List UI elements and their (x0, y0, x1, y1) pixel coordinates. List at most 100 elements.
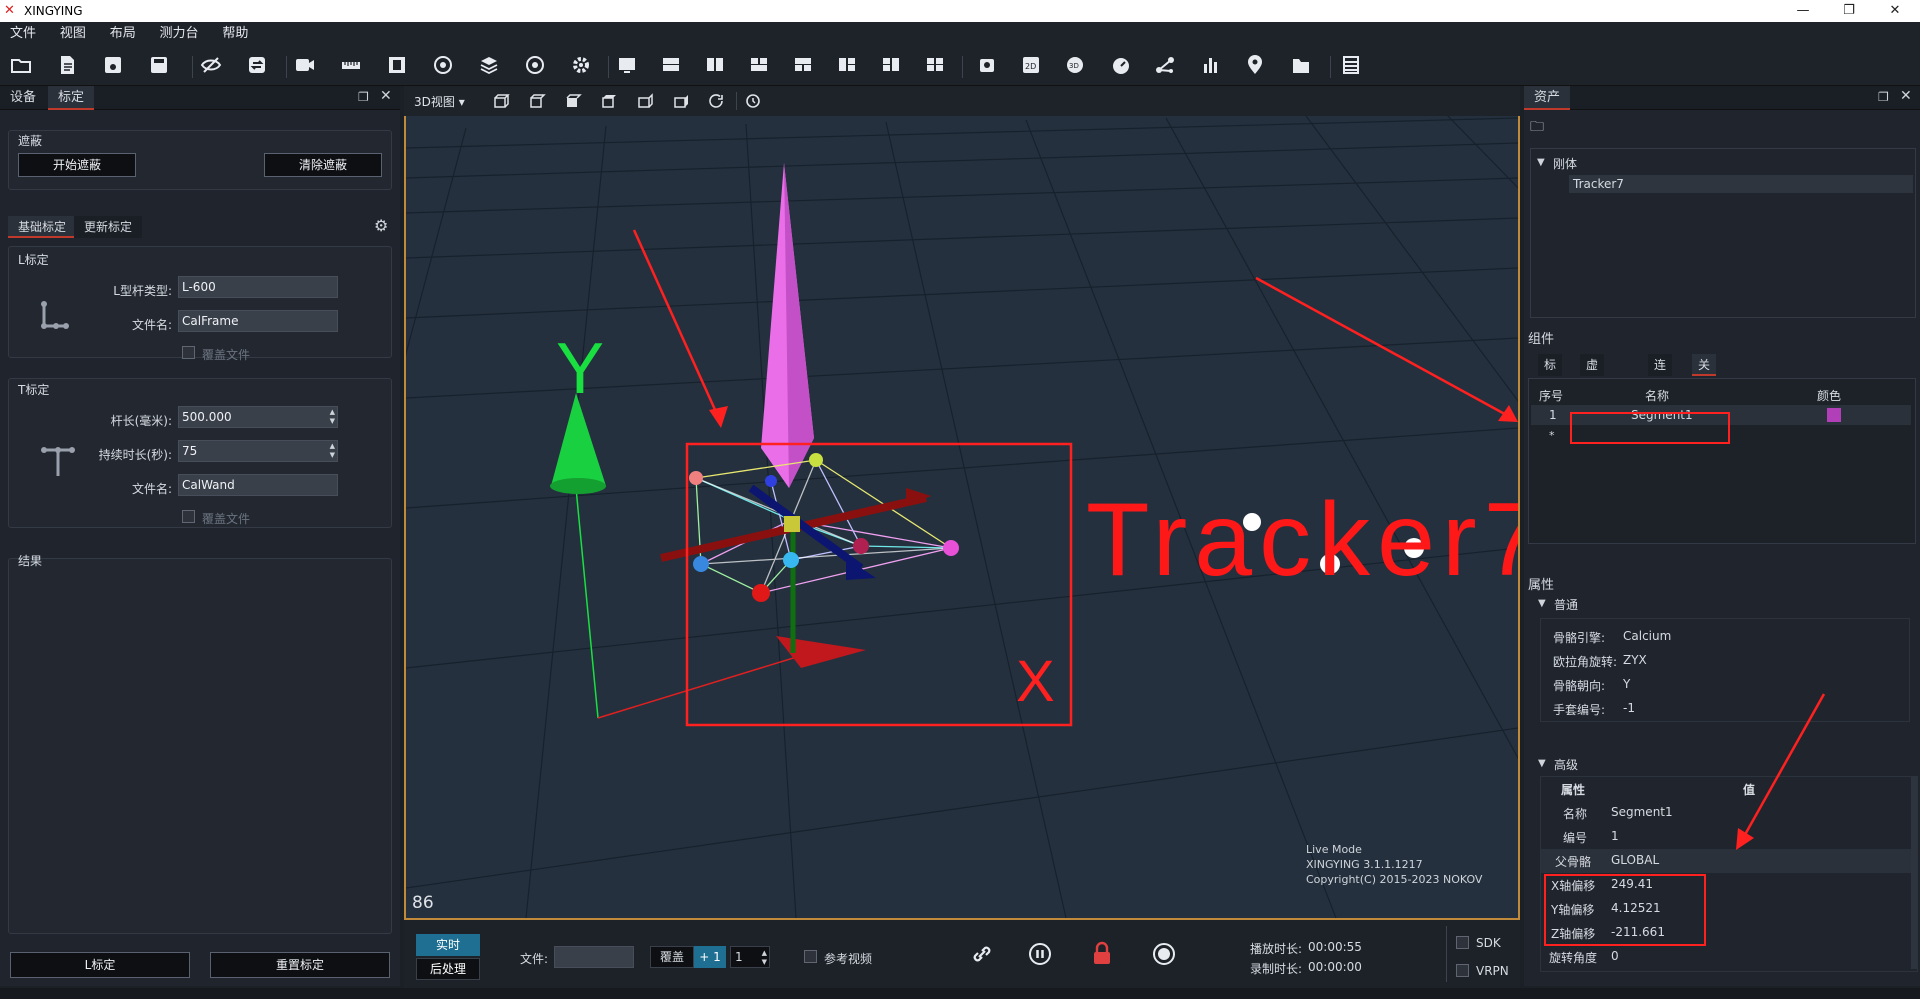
minimize-button[interactable]: — (1780, 0, 1826, 22)
lock-icon[interactable] (1090, 940, 1114, 969)
step-input[interactable]: 1 ▲ ▼ (730, 946, 770, 968)
table-row[interactable]: 旋转角度 0 (1541, 945, 1911, 969)
adv-value[interactable]: 0 (1611, 949, 1619, 963)
link-icon[interactable] (970, 942, 994, 969)
view-back-icon[interactable] (528, 93, 546, 109)
folder-icon[interactable] (1290, 54, 1316, 78)
view-left-icon[interactable] (564, 93, 582, 109)
layout-single-icon[interactable] (616, 54, 642, 78)
save-as-icon[interactable] (148, 54, 174, 78)
tab-update-calibration[interactable]: 更新标定 (74, 216, 143, 238)
stepper-arrows-icon[interactable]: ▲ ▼ (762, 949, 767, 967)
table-row[interactable]: 父骨骼 GLOBAL (1541, 849, 1911, 873)
save-icon[interactable] (102, 54, 128, 78)
reset-view-icon[interactable] (744, 93, 762, 109)
layout-vertical-icon[interactable] (704, 54, 730, 78)
gauge-icon[interactable] (1110, 54, 1136, 78)
menu-help[interactable]: 帮助 (212, 22, 258, 46)
rotate-icon[interactable] (432, 54, 458, 78)
layout-quad-icon[interactable] (924, 54, 950, 78)
float-panel-icon[interactable]: ❐ (358, 90, 369, 104)
row-color-swatch[interactable] (1827, 408, 1841, 422)
close-window-button[interactable]: ✕ (1872, 0, 1918, 22)
t-duration-input[interactable]: 75 ▲ ▼ (178, 440, 338, 462)
refresh-icon[interactable] (708, 93, 726, 109)
maximize-button[interactable]: ❐ (1826, 0, 1872, 22)
layout-split-icon[interactable] (792, 54, 818, 78)
sync-icon[interactable] (246, 54, 272, 78)
menu-layout[interactable]: 布局 (100, 22, 146, 46)
bar-chart-icon[interactable] (1200, 54, 1226, 78)
postprocess-button[interactable]: 后处理 (416, 958, 480, 980)
camera-icon[interactable] (294, 54, 320, 78)
advanced-title[interactable]: 高级 (1554, 756, 1578, 773)
view-2d-icon[interactable]: 2D (1020, 54, 1046, 78)
prop-value[interactable]: Y (1623, 677, 1630, 691)
t-file-input[interactable]: CalWand (178, 474, 338, 496)
table-row[interactable]: 名称 Segment1 (1541, 801, 1911, 825)
adv-value[interactable]: Segment1 (1611, 805, 1673, 819)
tree-group-rigid[interactable]: 刚体 (1553, 155, 1577, 172)
collapse-icon[interactable]: ▼ (1538, 598, 1546, 609)
layout-grid-icon[interactable] (748, 54, 774, 78)
close-panel-icon[interactable]: ✕ (380, 88, 392, 104)
layout-left-icon[interactable] (836, 54, 862, 78)
skeleton-icon[interactable] (1154, 54, 1180, 78)
vrpn-checkbox[interactable] (1456, 964, 1469, 977)
realtime-button[interactable]: 实时 (416, 934, 480, 956)
collapse-icon[interactable]: ▼ (1538, 758, 1546, 769)
general-title[interactable]: 普通 (1554, 596, 1578, 613)
open-folder-icon[interactable] (10, 54, 36, 78)
view-3d-icon[interactable]: 3D (1064, 54, 1090, 78)
float-panel-icon[interactable]: ❐ (1878, 90, 1889, 104)
pause-icon[interactable] (1028, 942, 1052, 969)
location-pin-icon[interactable] (1244, 54, 1270, 78)
broadcast-icon[interactable] (524, 54, 550, 78)
view-right-icon[interactable] (600, 93, 618, 109)
stepper-arrows-icon[interactable]: ▲ ▼ (330, 442, 335, 460)
layout-horizontal-icon[interactable] (660, 54, 686, 78)
l-overwrite-checkbox[interactable] (182, 346, 195, 359)
settings-icon[interactable] (570, 54, 596, 78)
tab-joints[interactable]: 关节 (1692, 354, 1717, 394)
stepper-arrows-icon[interactable]: ▲ ▼ (330, 408, 335, 426)
prop-value[interactable]: Calcium (1623, 629, 1671, 643)
record-icon[interactable] (1152, 942, 1176, 969)
adv-value[interactable]: GLOBAL (1611, 853, 1659, 867)
adv-value[interactable]: 1 (1611, 829, 1619, 843)
t-length-input[interactable]: 500.000 ▲ ▼ (178, 406, 338, 428)
view-front-icon[interactable] (492, 93, 510, 109)
table-row[interactable]: 编号 1 (1541, 825, 1911, 849)
menu-view[interactable]: 视图 (50, 22, 96, 46)
tab-markers[interactable]: 标记 (1538, 354, 1563, 394)
view-top-icon[interactable] (636, 93, 654, 109)
tab-links[interactable]: 连线 (1648, 354, 1673, 394)
tab-virtual-markers[interactable]: 虚拟标记 (1580, 354, 1605, 438)
tab-basic-calibration[interactable]: 基础标定 (8, 216, 77, 238)
increment-button[interactable]: + 1 (694, 946, 726, 968)
ref-video-checkbox[interactable] (804, 950, 817, 963)
sdk-checkbox[interactable] (1456, 936, 1469, 949)
l-file-input[interactable]: CalFrame (178, 310, 338, 332)
prop-value[interactable]: ZYX (1623, 653, 1647, 667)
new-row-marker[interactable]: * (1549, 429, 1555, 442)
view-bottom-icon[interactable] (672, 93, 690, 109)
layers-icon[interactable] (478, 54, 504, 78)
capture-icon[interactable] (976, 54, 1002, 78)
overwrite-button[interactable]: 覆盖 (650, 946, 694, 968)
tab-calibration[interactable]: 标定 (48, 86, 95, 110)
l-calibrate-button[interactable]: L标定 (10, 952, 190, 978)
l-type-select[interactable]: L-600 (178, 276, 338, 298)
file-input[interactable] (554, 946, 634, 968)
clear-mask-button[interactable]: 清除遮蔽 (264, 153, 382, 177)
prop-value[interactable]: -1 (1623, 701, 1635, 715)
start-mask-button[interactable]: 开始遮蔽 (18, 153, 136, 177)
layout-right-icon[interactable] (880, 54, 906, 78)
reset-calibration-button[interactable]: 重置标定 (210, 952, 390, 978)
3d-viewport[interactable]: Y X Tracker7 86 Live Mode XINGYING 3.1.1… (404, 86, 1520, 920)
film-icon[interactable] (386, 54, 412, 78)
scrollbar[interactable] (1911, 777, 1917, 969)
tree-expand-icon[interactable]: ▼ (1537, 157, 1545, 168)
close-panel-icon[interactable]: ✕ (1900, 88, 1912, 104)
menu-file[interactable]: 文件 (0, 22, 46, 46)
